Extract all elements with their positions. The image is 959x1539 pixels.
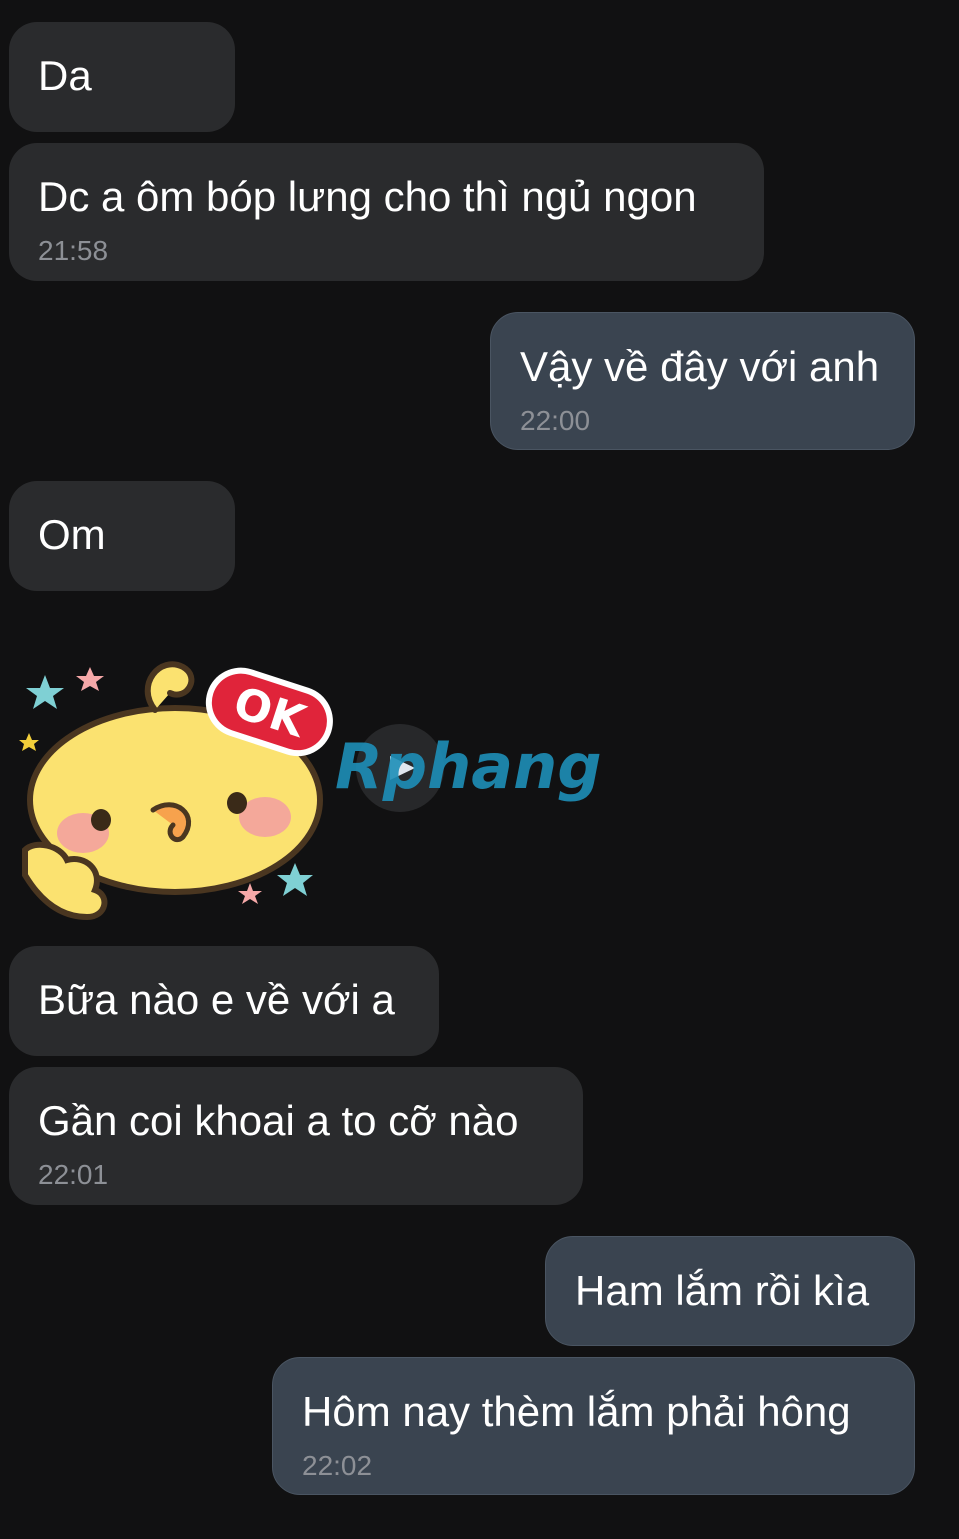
message-bubble-incoming[interactable]: Bữa nào e về với a <box>9 946 439 1056</box>
message-timestamp: 21:58 <box>38 235 109 266</box>
message-bubble-outgoing[interactable]: Ham lắm rồi kìa <box>545 1236 915 1346</box>
message-bubble-outgoing[interactable]: Vậy về đây với anh 22:00 <box>490 312 915 450</box>
chick-ok-sticker[interactable]: OK <box>15 645 345 925</box>
star-icon <box>19 733 39 751</box>
star-icon <box>277 863 313 896</box>
message-text: Bữa nào e về với a <box>38 976 395 1023</box>
message-text: Om <box>38 511 106 558</box>
message-bubble-outgoing[interactable]: Hôm nay thèm lắm phải hông 22:02 <box>272 1357 915 1495</box>
message-timestamp: 22:00 <box>520 405 591 436</box>
message-text: Da <box>38 52 92 99</box>
watermark-text: Rphang <box>335 730 602 803</box>
message-bubble-incoming[interactable]: Da <box>9 22 235 132</box>
message-bubble-incoming[interactable]: Om <box>9 481 235 591</box>
message-timestamp: 22:02 <box>302 1450 373 1481</box>
star-icon <box>238 883 262 904</box>
message-text: Dc a ôm bóp lưng cho thì ngủ ngon <box>38 173 697 220</box>
message-text: Vậy về đây với anh <box>520 343 880 390</box>
message-text: Gần coi khoai a to cỡ nào <box>38 1097 519 1144</box>
message-text: Ham lắm rồi kìa <box>575 1267 870 1314</box>
message-timestamp: 22:01 <box>38 1159 109 1190</box>
star-icon <box>26 675 64 709</box>
message-text: Hôm nay thèm lắm phải hông <box>302 1388 851 1435</box>
star-icon <box>76 667 104 691</box>
watermark-logo: Rphang R <box>335 720 635 820</box>
message-bubble-incoming[interactable]: Gần coi khoai a to cỡ nào 22:01 <box>9 1067 583 1205</box>
message-bubble-incoming[interactable]: Dc a ôm bóp lưng cho thì ngủ ngon 21:58 <box>9 143 764 281</box>
